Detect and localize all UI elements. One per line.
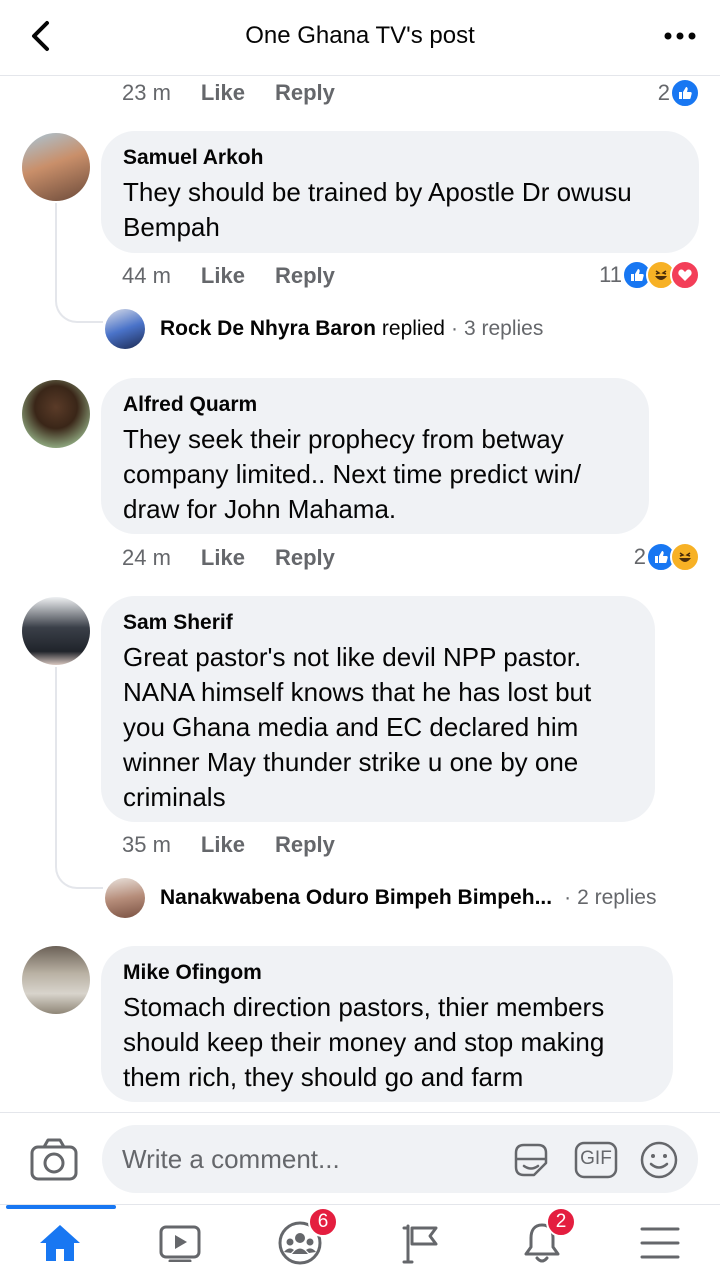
tab-pages[interactable] (392, 1219, 452, 1267)
reaction-count: 2 (633, 544, 646, 569)
reply-button[interactable]: Reply (275, 263, 335, 289)
camera-button[interactable] (28, 1135, 82, 1185)
comment-text: They should be trained by Apostle Dr owu… (123, 177, 632, 242)
tab-notifications[interactable]: 2 (512, 1207, 576, 1267)
active-tab-indicator (6, 1205, 116, 1209)
tab-groups[interactable]: 6 (270, 1207, 338, 1267)
reply-count: 3 replies (463, 317, 544, 340)
menu-icon (640, 1227, 680, 1259)
comment-author[interactable]: Alfred Quarm (123, 392, 627, 418)
comment-input[interactable] (122, 1139, 492, 1179)
comment-author[interactable]: Samuel Arkoh (123, 145, 677, 171)
more-options-button[interactable] (658, 20, 702, 52)
thread-connector (55, 203, 103, 323)
like-button[interactable]: Like (201, 263, 245, 289)
emoji-icon (640, 1141, 678, 1179)
page-title: One Ghana TV's post (245, 22, 475, 49)
avatar[interactable] (22, 133, 90, 201)
reaction-count: 11 (599, 262, 622, 287)
bottom-navigation: 6 2 (0, 1204, 720, 1280)
comment-text: Great pastor's not like devil NPP pastor… (123, 642, 592, 812)
comment-bubble[interactable]: Sam Sherif Great pastor's not like devil… (101, 596, 655, 822)
comment-bubble[interactable]: Mike Ofingom Stomach direction pastors, … (101, 946, 673, 1102)
flag-icon (402, 1224, 438, 1264)
avatar[interactable] (22, 946, 90, 1014)
gif-label: GIF (580, 1148, 612, 1169)
separator-dot: · (450, 317, 458, 340)
more-dots-icon (664, 32, 696, 40)
comment-text: They seek their prophecy from betway com… (123, 424, 582, 524)
comment-time: 35 m (122, 832, 171, 857)
reply-button[interactable]: Reply (275, 545, 335, 571)
like-button[interactable]: Like (201, 545, 245, 571)
separator-dot: · (564, 886, 572, 909)
groups-badge: 6 (308, 1207, 338, 1237)
like-button[interactable]: Like (201, 80, 245, 106)
emoji-button[interactable] (638, 1139, 680, 1181)
comment-bubble[interactable]: Samuel Arkoh They should be trained by A… (101, 131, 699, 253)
comment-time: 44 m (122, 263, 171, 288)
tab-menu[interactable] (630, 1219, 690, 1267)
comment-composer: GIF (0, 1112, 720, 1204)
avatar[interactable] (105, 309, 145, 349)
tab-watch[interactable] (150, 1219, 210, 1267)
comment-time: 23 m (122, 80, 171, 105)
reaction-summary[interactable]: 11 (599, 260, 700, 290)
reply-button[interactable]: Reply (275, 80, 335, 106)
reply-author: Rock De Nhyra Baron (160, 317, 376, 340)
comment-author[interactable]: Sam Sherif (123, 610, 633, 636)
sticker-button[interactable] (510, 1139, 552, 1181)
top-bar: One Ghana TV's post (0, 0, 720, 76)
haha-reaction-icon (670, 542, 700, 572)
like-reaction-icon (670, 78, 700, 108)
reaction-count: 2 (657, 80, 670, 105)
reply-count: 2 replies (577, 886, 657, 909)
love-reaction-icon (670, 260, 700, 290)
home-icon (40, 1225, 80, 1261)
comment-meta: 24 m Like Reply (122, 545, 365, 571)
comment-bubble[interactable]: Alfred Quarm They seek their prophecy fr… (101, 378, 649, 534)
gif-button[interactable]: GIF (574, 1139, 618, 1181)
comment-time: 24 m (122, 545, 171, 570)
reaction-summary[interactable]: 2 (658, 78, 700, 108)
reply-verb: replied (381, 317, 445, 340)
comment-box: GIF (102, 1125, 698, 1193)
notifications-badge: 2 (546, 1207, 576, 1237)
avatar[interactable] (22, 597, 90, 665)
comment-text: Stomach direction pastors, thier members… (123, 992, 605, 1092)
view-replies-link[interactable]: Nanakwabena Oduro Bimpeh Bimpeh... · 2 r… (160, 886, 656, 910)
camera-icon (30, 1138, 78, 1181)
view-replies-link[interactable]: Rock De Nhyra Baron replied · 3 replies (160, 317, 543, 341)
tab-home[interactable] (30, 1219, 90, 1267)
sticker-icon (514, 1143, 548, 1177)
reaction-summary[interactable]: 2 (634, 542, 700, 572)
reply-button[interactable]: Reply (275, 832, 335, 858)
comment-meta: 23 m Like Reply (122, 80, 365, 106)
comment-meta: 35 m Like Reply (122, 832, 365, 858)
comment-meta: 44 m Like Reply (122, 263, 365, 289)
avatar[interactable] (105, 878, 145, 918)
video-icon (159, 1225, 201, 1262)
like-button[interactable]: Like (201, 832, 245, 858)
thread-connector (55, 667, 103, 889)
comment-author[interactable]: Mike Ofingom (123, 960, 651, 986)
avatar[interactable] (22, 380, 90, 448)
reply-author: Nanakwabena Oduro Bimpeh Bimpeh... (160, 886, 553, 909)
